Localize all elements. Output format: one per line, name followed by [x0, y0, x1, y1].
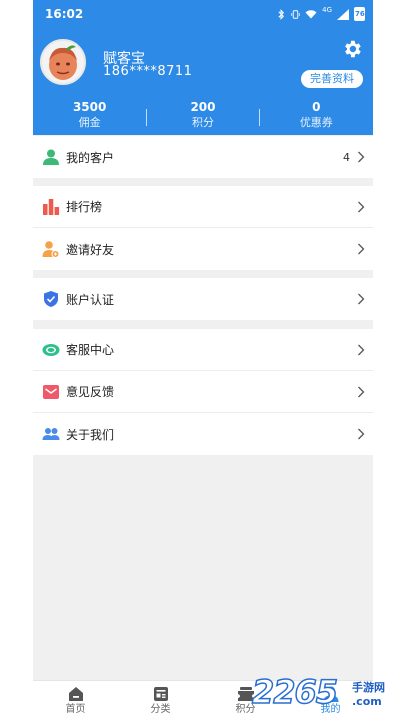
gear-icon[interactable]: [341, 38, 363, 60]
avatar[interactable]: [40, 39, 86, 85]
customer-count: 4: [343, 150, 350, 164]
nav-label: 首页: [65, 704, 86, 715]
chevron-right-icon: [358, 386, 365, 398]
menu-section-social: 排行榜 邀请好友: [33, 186, 373, 270]
menu-section-customers: 我的客户 4: [33, 136, 373, 178]
menu-item-label: 客服中心: [66, 343, 115, 357]
status-icons: 4G 76: [277, 6, 365, 21]
stat-value: 3500: [72, 100, 107, 114]
bluetooth-icon: [278, 8, 285, 20]
chevron-right-icon: [358, 201, 365, 213]
menu-item-about-us[interactable]: 关于我们: [33, 413, 373, 455]
stat-value: 0: [312, 100, 321, 114]
chevron-right-icon: [358, 293, 365, 305]
stat-coupons[interactable]: 0 优惠券: [260, 100, 373, 135]
avatar-face-icon: [49, 45, 77, 80]
profile-icon: [323, 686, 338, 702]
profile-header: 16:02 4G 76 赋客宝 186****8711 完善资料 3500 佣金…: [33, 0, 373, 135]
group-icon: [42, 428, 60, 440]
chevron-right-icon: [358, 151, 365, 163]
signal-icon: [337, 8, 349, 20]
vibrate-icon: [291, 9, 300, 19]
category-icon: [153, 687, 168, 701]
status-bar: 16:02 4G 76: [33, 0, 373, 30]
stat-value: 200: [190, 100, 216, 114]
nav-label: 分类: [150, 704, 171, 715]
complete-profile-button[interactable]: 完善资料: [301, 70, 363, 88]
wifi-icon: [305, 9, 317, 18]
nav-label: 我的: [320, 704, 341, 715]
bottom-nav: 首页 分类 积分 我的: [33, 680, 373, 720]
nav-points[interactable]: 积分: [203, 681, 288, 720]
menu-item-label: 我的客户: [66, 150, 115, 165]
chevron-right-icon: [358, 344, 365, 356]
nav-home[interactable]: 首页: [33, 681, 118, 720]
menu-item-label: 邀请好友: [66, 242, 115, 257]
stat-label: 佣金: [78, 116, 101, 129]
menu-item-label: 关于我们: [66, 427, 115, 442]
menu-item-label: 意见反馈: [66, 385, 115, 399]
stats-bar: 3500 佣金 200 积分 0 优惠券: [33, 100, 373, 135]
stat-label: 优惠券: [299, 116, 333, 129]
invite-friend-icon: [42, 241, 60, 258]
menu-item-label: 排行榜: [66, 200, 103, 214]
phone-number: 186****8711: [103, 64, 193, 79]
points-icon: [237, 687, 254, 701]
home-icon: [68, 687, 83, 701]
menu-item-label: 账户认证: [66, 292, 115, 307]
menu-item-my-customers[interactable]: 我的客户 4: [33, 136, 373, 178]
network-type: 4G: [322, 6, 332, 14]
nav-label: 积分: [235, 704, 256, 715]
menu-section-support: 客服中心 意见反馈 关于我们: [33, 329, 373, 455]
bar-chart-icon: [43, 199, 60, 215]
nav-profile[interactable]: 我的: [288, 681, 373, 720]
nav-category[interactable]: 分类: [118, 681, 203, 720]
battery-icon: 76: [354, 7, 365, 21]
app-screen: 16:02 4G 76 赋客宝 186****8711 完善资料 3500 佣金…: [33, 0, 373, 720]
feedback-icon: [43, 385, 59, 399]
stat-commission[interactable]: 3500 佣金: [33, 100, 146, 135]
stat-points[interactable]: 200 积分: [146, 100, 259, 135]
menu-item-invite-friends[interactable]: 邀请好友: [33, 228, 373, 270]
chevron-right-icon: [358, 428, 365, 440]
stat-label: 积分: [191, 116, 214, 129]
chevron-right-icon: [358, 243, 365, 255]
status-time: 16:02: [45, 7, 84, 21]
shield-check-icon: [44, 291, 58, 307]
user-icon: [43, 149, 59, 165]
menu-section-account: 账户认证: [33, 278, 373, 320]
menu-item-leaderboard[interactable]: 排行榜: [33, 186, 373, 228]
menu-item-account-verification[interactable]: 账户认证: [33, 278, 373, 320]
menu-item-customer-service[interactable]: 客服中心: [33, 329, 373, 371]
headset-icon: [42, 344, 60, 356]
menu-item-feedback[interactable]: 意见反馈: [33, 371, 373, 413]
